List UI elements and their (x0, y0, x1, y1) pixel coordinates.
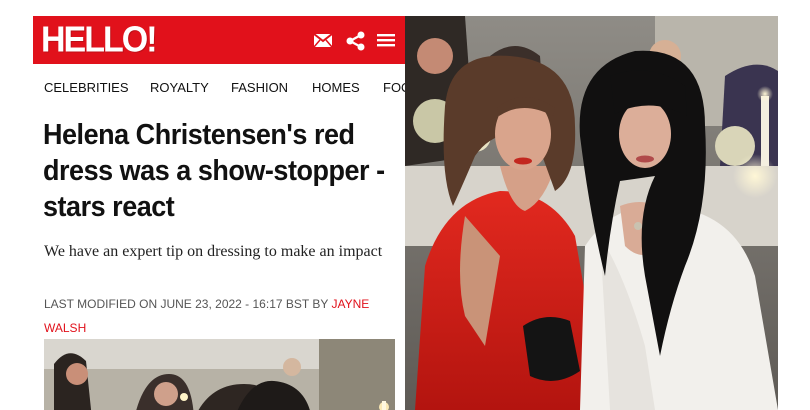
article-headline: Helena Christensen's red dress was a sho… (43, 119, 385, 223)
hello-logo[interactable]: HELLO! (41, 20, 158, 60)
article-photo (44, 339, 395, 410)
site-header: HELLO! (33, 16, 405, 64)
nav-fashion[interactable]: FASHION (231, 80, 288, 95)
nav-food[interactable]: FOO (383, 80, 405, 95)
category-nav: CELEBRITIES ROYALTY FASHION HOMES FOO (33, 64, 405, 106)
nav-royalty[interactable]: ROYALTY (150, 80, 209, 95)
share-icon[interactable] (345, 30, 367, 57)
menu-icon[interactable] (377, 31, 395, 54)
nav-homes[interactable]: HOMES (312, 80, 360, 95)
nav-celebrities[interactable]: CELEBRITIES (44, 80, 129, 95)
modified-date: LAST MODIFIED ON JUNE 23, 2022 - 16:17 B… (44, 297, 332, 311)
mail-icon[interactable] (313, 33, 333, 53)
article-column: HELLO! CELEBRITIES ROYALTY FASHION HOMES… (33, 16, 405, 410)
article-meta: LAST MODIFIED ON JUNE 23, 2022 - 16:17 B… (44, 292, 394, 340)
hero-photo (405, 16, 778, 410)
article-subheadline: We have an expert tip on dressing to mak… (44, 243, 383, 260)
